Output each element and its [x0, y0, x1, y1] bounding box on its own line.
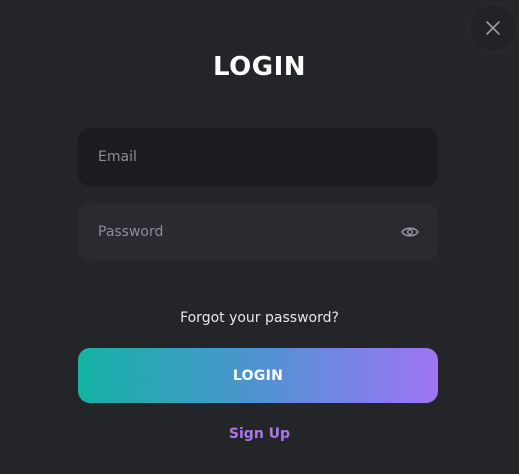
password-field[interactable] [78, 203, 438, 261]
login-modal: LOGIN Forgot your password? LOGIN Sign U… [0, 0, 519, 474]
close-icon [486, 21, 500, 35]
forgot-password-link[interactable]: Forgot your password? [0, 310, 519, 326]
login-button[interactable]: LOGIN [78, 348, 438, 403]
toggle-password-visibility-button[interactable] [400, 225, 420, 239]
close-button[interactable] [468, 3, 518, 53]
modal-title: LOGIN [212, 52, 307, 82]
password-field-container [78, 203, 438, 261]
eye-icon [401, 227, 419, 237]
email-field-container [78, 128, 438, 186]
email-field[interactable] [78, 128, 438, 186]
sign-up-link[interactable]: Sign Up [0, 426, 519, 442]
